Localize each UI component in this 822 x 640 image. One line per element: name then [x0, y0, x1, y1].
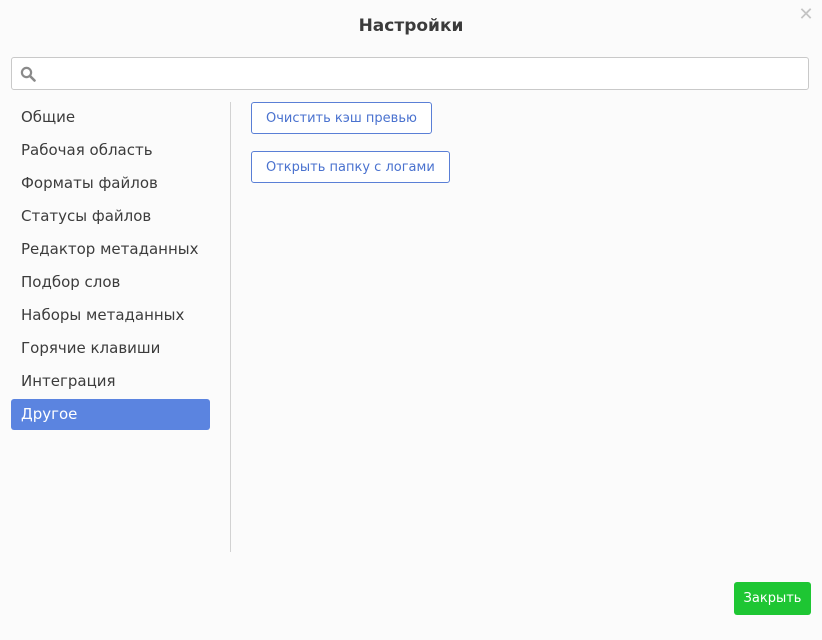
- search-icon: [20, 66, 36, 82]
- open-logs-folder-button[interactable]: Открыть папку с логами: [251, 151, 450, 183]
- sidebar-item-general[interactable]: Общие: [11, 102, 210, 133]
- sidebar-item-metadata-sets[interactable]: Наборы метаданных: [11, 300, 210, 331]
- dialog-title: Настройки: [358, 16, 464, 36]
- sidebar-item-other[interactable]: Другое: [11, 399, 210, 430]
- search-input[interactable]: [44, 58, 804, 89]
- sidebar-item-file-formats[interactable]: Форматы файлов: [11, 168, 210, 199]
- sidebar-item-integration[interactable]: Интеграция: [11, 366, 210, 397]
- sidebar-divider: [230, 102, 231, 552]
- settings-sidebar: Общие Рабочая область Форматы файлов Ста…: [11, 102, 210, 432]
- sidebar-item-file-statuses[interactable]: Статусы файлов: [11, 201, 210, 232]
- close-icon[interactable]: ✕: [796, 5, 816, 25]
- search-box[interactable]: [11, 57, 809, 90]
- sidebar-item-workspace[interactable]: Рабочая область: [11, 135, 210, 166]
- clear-preview-cache-button[interactable]: Очистить кэш превью: [251, 102, 432, 134]
- settings-content: Очистить кэш превью Открыть папку с лога…: [251, 102, 450, 200]
- settings-dialog: Настройки ✕ Общие Рабочая область Формат…: [0, 0, 822, 640]
- sidebar-item-word-suggestions[interactable]: Подбор слов: [11, 267, 210, 298]
- sidebar-item-metadata-editor[interactable]: Редактор метаданных: [11, 234, 210, 265]
- sidebar-item-hotkeys[interactable]: Горячие клавиши: [11, 333, 210, 364]
- close-button[interactable]: Закрыть: [734, 582, 811, 615]
